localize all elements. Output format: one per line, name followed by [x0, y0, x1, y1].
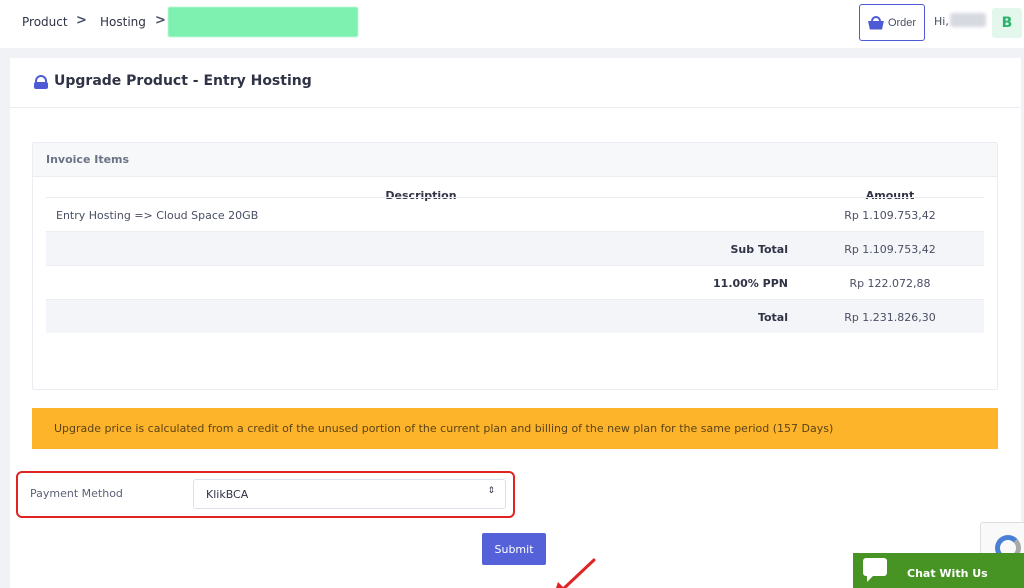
total-label: Total — [757, 311, 788, 324]
invoice-items-panel: Invoice Items Description Amount Entry H… — [32, 142, 998, 390]
table-row: Entry Hosting => Cloud Space 20GB Rp 1.1… — [46, 197, 984, 231]
chat-with-us-button[interactable]: Chat With Us — [853, 553, 1024, 588]
subtotal-label: Sub Total — [730, 243, 788, 256]
user-name-redacted — [950, 13, 986, 27]
payment-method-value: KlikBCA — [206, 488, 249, 501]
order-button-label: Order — [887, 16, 917, 29]
red-arrow-annotation-icon — [556, 558, 596, 588]
breadcrumb-product[interactable]: Product — [22, 15, 68, 29]
upgrade-notice: Upgrade price is calculated from a credi… — [32, 408, 998, 449]
invoice-panel-header: Invoice Items — [33, 143, 997, 177]
total-amount: Rp 1.231.826,30 — [844, 311, 936, 324]
server-icon — [34, 75, 48, 89]
page-title: Upgrade Product - Entry Hosting — [54, 73, 312, 89]
item-description: Entry Hosting => Cloud Space 20GB — [56, 209, 259, 222]
tax-label: 11.00% PPN — [713, 277, 788, 290]
chevron-right-icon: > — [155, 13, 166, 28]
upgrade-card: Upgrade Product - Entry Hosting Invoice … — [10, 58, 1021, 588]
chat-label: Chat With Us — [907, 567, 988, 580]
select-caret-icon: ⇕ — [487, 486, 495, 496]
card-header: Upgrade Product - Entry Hosting — [10, 58, 1021, 108]
chat-bubble-icon — [863, 558, 887, 582]
user-greeting: Hi, — [934, 15, 949, 28]
top-bar: Product > Hosting > Order Hi, B — [0, 0, 1024, 48]
subtotal-row: Sub Total Rp 1.109.753,42 — [46, 231, 984, 265]
tax-amount: Rp 122.072,88 — [849, 277, 931, 290]
order-button[interactable]: Order — [859, 4, 925, 41]
basket-icon — [867, 15, 884, 30]
tax-row: 11.00% PPN Rp 122.072,88 — [46, 265, 984, 299]
breadcrumb-hosting[interactable]: Hosting — [100, 15, 146, 29]
payment-method-select[interactable]: KlikBCA ⇕ — [193, 479, 506, 509]
avatar[interactable]: B — [992, 8, 1022, 38]
item-amount: Rp 1.109.753,42 — [844, 209, 936, 222]
total-row: Total Rp 1.231.826,30 — [46, 299, 984, 333]
invoice-panel-title: Invoice Items — [46, 153, 130, 166]
subtotal-amount: Rp 1.109.753,42 — [844, 243, 936, 256]
payment-method-label: Payment Method — [30, 487, 123, 500]
breadcrumb-redacted-domain — [168, 7, 358, 37]
submit-button[interactable]: Submit — [482, 533, 546, 565]
chevron-right-icon: > — [76, 13, 87, 28]
